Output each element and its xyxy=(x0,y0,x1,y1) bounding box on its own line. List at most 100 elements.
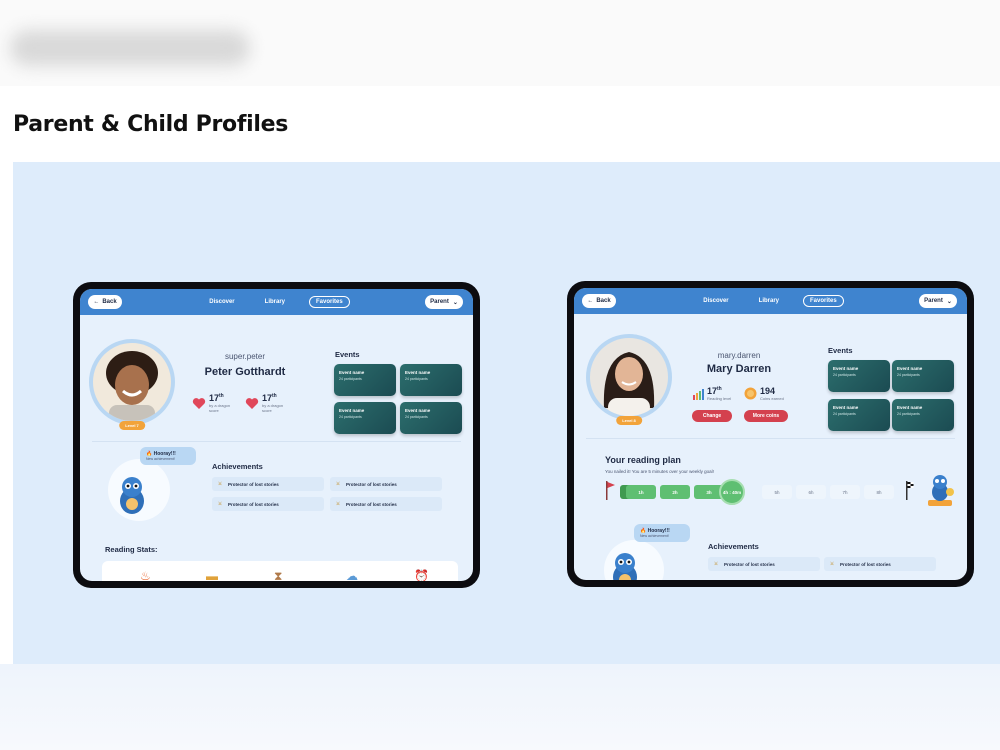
stat-suffix: th xyxy=(717,386,722,392)
stat-coins: 194 Coins earned xyxy=(744,386,784,401)
divider xyxy=(586,438,955,439)
achievements-heading: Achievements xyxy=(212,462,263,471)
fire-icon: ♨ xyxy=(140,569,151,581)
change-button[interactable]: Change xyxy=(692,410,732,422)
back-button[interactable]: ← Back xyxy=(88,295,122,309)
back-label: Back xyxy=(596,298,611,304)
swords-icon: ⚔ xyxy=(218,501,223,506)
progress-segment: 8h xyxy=(864,485,894,499)
section-title: Parent & Child Profiles xyxy=(13,112,288,137)
event-participants: 24 participants xyxy=(405,415,428,419)
swords-icon: ⚔ xyxy=(336,501,341,506)
reading-stats-card: ♨ ▬ ⧗ ☁ ⏰ xyxy=(102,561,458,581)
event-participants: 24 participants xyxy=(833,373,856,377)
nav-favorites[interactable]: Favorites xyxy=(803,295,844,307)
swords-icon: ⚔ xyxy=(336,481,341,486)
reading-plan-heading: Your reading plan xyxy=(605,455,681,465)
more-coins-button[interactable]: More coins xyxy=(744,410,788,422)
stat-label: Reading level xyxy=(707,396,732,401)
stat-label: by a dragon score xyxy=(262,403,284,413)
heart-icon xyxy=(245,397,259,409)
achievement-label: Protector of lost stories xyxy=(346,481,397,487)
blurred-header xyxy=(0,0,1000,86)
parent-label: Parent xyxy=(430,299,449,305)
stat-suffix: th xyxy=(272,393,277,399)
events-heading: Events xyxy=(335,350,360,359)
nav-discover[interactable]: Discover xyxy=(203,297,240,307)
dragon-mascot-icon xyxy=(613,553,637,580)
left-tablet: ← Back Discover Library Favorites Parent… xyxy=(73,282,480,588)
child-avatar-frame: Level 7 xyxy=(89,339,175,430)
achievement-label: Protector of lost stories xyxy=(228,481,279,487)
heart-icon xyxy=(192,397,206,409)
nav-discover[interactable]: Discover xyxy=(697,296,734,306)
left-tablet-screen: ← Back Discover Library Favorites Parent… xyxy=(80,289,473,581)
progress-segment: 5h xyxy=(762,485,792,499)
nav-library[interactable]: Library xyxy=(259,297,291,307)
achievement-item[interactable]: ⚔ Protector of lost stories xyxy=(212,477,324,491)
progress-segment: 1h xyxy=(626,485,656,499)
coin-icon xyxy=(744,387,757,400)
stat-suffix: th xyxy=(219,393,224,399)
child-avatar-frame: Level 8 xyxy=(586,334,672,425)
event-card[interactable]: Event name 24 participants xyxy=(334,402,396,434)
stat-reading-level: 17th Reading level xyxy=(692,386,731,401)
username: mary.darren xyxy=(717,351,761,360)
event-card[interactable]: Event name 24 participants xyxy=(892,360,954,392)
event-participants: 24 participants xyxy=(897,373,920,377)
alarm-clock-icon: ⏰ xyxy=(414,569,429,581)
achievement-item[interactable]: ⚔ Protector of lost stories xyxy=(824,557,936,571)
event-name: Event name xyxy=(833,405,859,410)
achievement-item[interactable]: ⚔ Protector of lost stories xyxy=(212,497,324,511)
nav-favorites[interactable]: Favorites xyxy=(309,296,350,308)
book-icon: ▬ xyxy=(206,569,218,581)
achievement-item[interactable]: ⚔ Protector of lost stories xyxy=(330,477,442,491)
parent-dropdown[interactable]: Parent ⌄ xyxy=(919,294,957,308)
level-badge: Level 8 xyxy=(616,416,642,425)
swords-icon: ⚔ xyxy=(830,561,835,566)
swords-icon: ⚔ xyxy=(714,561,719,566)
events-heading: Events xyxy=(828,346,853,355)
nav-library[interactable]: Library xyxy=(753,296,785,306)
bubble-subtitle: New achievement! xyxy=(640,534,669,538)
event-participants: 24 participants xyxy=(405,377,428,381)
reading-progress-track: 1h 2h 3h 5h 6h 7h 8h xyxy=(620,485,900,499)
achievement-bubble: 🔥 Hooray!!! New achievement! xyxy=(634,524,690,542)
parent-dropdown[interactable]: Parent ⌄ xyxy=(425,295,463,309)
event-card[interactable]: Event name 24 participants xyxy=(400,364,462,396)
event-card[interactable]: Event name 24 participants xyxy=(828,399,890,431)
finish-flag-icon xyxy=(906,481,914,500)
dragon-trophy-icon xyxy=(928,475,954,506)
event-card[interactable]: Event name 24 participants xyxy=(892,399,954,431)
stat-value: 194 xyxy=(760,386,776,396)
avatar[interactable] xyxy=(93,343,171,421)
cloud-icon: ☁ xyxy=(346,569,358,581)
child-name: Peter Gotthardt xyxy=(204,366,286,378)
achievement-label: Protector of lost stories xyxy=(724,561,775,567)
bar-chart-icon xyxy=(693,388,704,400)
event-card[interactable]: Event name 24 participants xyxy=(400,402,462,434)
level-badge: Level 7 xyxy=(119,421,145,430)
stage-bottom-fade xyxy=(0,664,1000,750)
chevron-down-icon: ⌄ xyxy=(946,298,952,305)
stat-value: 17 xyxy=(262,393,273,403)
event-name: Event name xyxy=(833,366,859,371)
hourglass-icon: ⧗ xyxy=(274,569,283,581)
event-name: Event name xyxy=(339,408,365,413)
achievement-item[interactable]: ⚔ Protector of lost stories xyxy=(330,497,442,511)
back-button[interactable]: ← Back xyxy=(582,294,616,308)
top-nav: ← Back Discover Library Favorites Parent… xyxy=(80,289,473,315)
event-name: Event name xyxy=(897,405,923,410)
achievements-heading: Achievements xyxy=(708,542,759,551)
progress-segment: 2h xyxy=(660,485,690,499)
chevron-down-icon: ⌄ xyxy=(452,299,458,306)
event-card[interactable]: Event name 24 participants xyxy=(828,360,890,392)
stat-label: by a dragon score xyxy=(209,403,231,413)
achievement-label: Protector of lost stories xyxy=(346,501,397,507)
achievement-item[interactable]: ⚔ Protector of lost stories xyxy=(708,557,820,571)
stat-rank-1: 17th by a dragon score xyxy=(192,393,239,413)
avatar[interactable] xyxy=(590,338,668,416)
current-progress-marker: 4h : 40m xyxy=(719,479,745,505)
event-card[interactable]: Event name 24 participants xyxy=(334,364,396,396)
dragon-mascot-icon xyxy=(120,477,144,514)
